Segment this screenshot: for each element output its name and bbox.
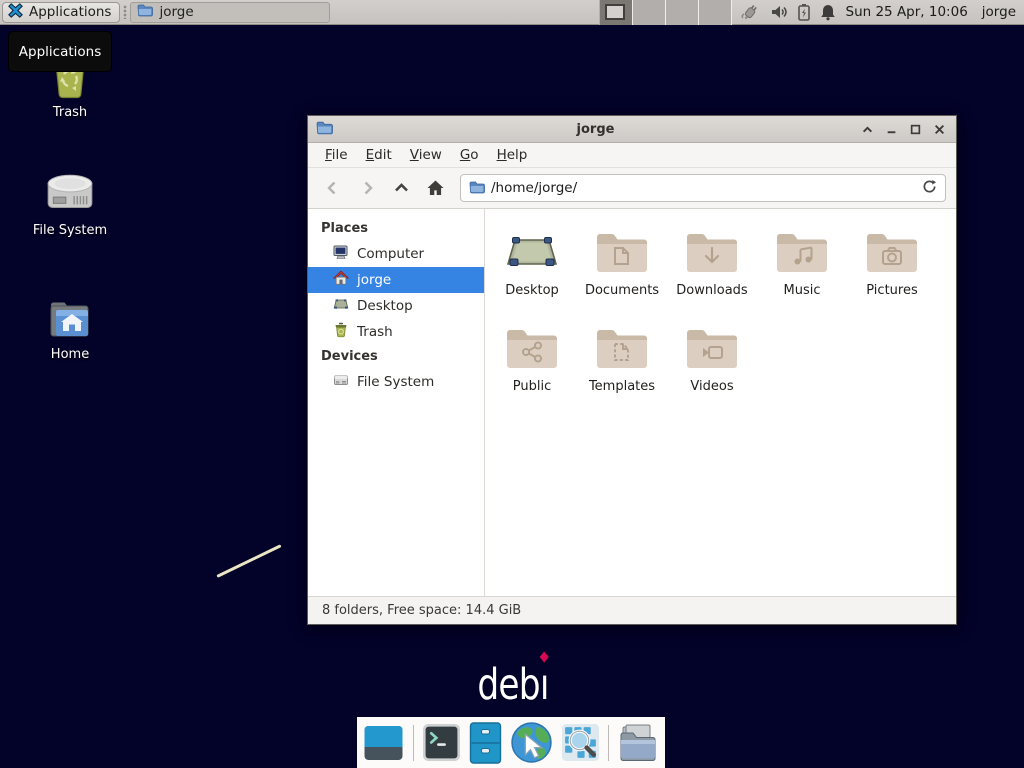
minimize-button[interactable] bbox=[882, 120, 900, 138]
home-button[interactable] bbox=[420, 174, 450, 202]
menubar: File Edit View Go Help bbox=[308, 143, 956, 168]
desktop-icon bbox=[333, 296, 349, 316]
path-input[interactable] bbox=[491, 180, 916, 196]
terminal-icon[interactable] bbox=[422, 723, 461, 762]
sidebar-header-places: Places bbox=[308, 217, 484, 241]
folder-item-desktop[interactable]: Desktop bbox=[487, 223, 577, 319]
desktop-icon-label: Home bbox=[51, 347, 89, 362]
desktop-icon-home[interactable]: Home bbox=[18, 292, 122, 362]
back-button[interactable] bbox=[318, 174, 348, 202]
shade-button[interactable] bbox=[858, 120, 876, 138]
statusbar-text: 8 folders, Free space: 14.4 GiB bbox=[322, 603, 521, 618]
wordmark-text: deb bbox=[477, 660, 539, 710]
menu-help[interactable]: Help bbox=[488, 147, 537, 163]
folder-documents-icon bbox=[596, 223, 648, 281]
power-cord-icon[interactable] bbox=[740, 3, 761, 21]
applications-menu-icon bbox=[7, 2, 24, 23]
battery-charging-icon[interactable] bbox=[797, 3, 811, 21]
folder-pictures-icon bbox=[866, 223, 918, 281]
sidebar-item-jorge[interactable]: jorge bbox=[308, 267, 484, 293]
folder-icon bbox=[469, 179, 485, 198]
folder-item-public[interactable]: Public bbox=[487, 319, 577, 415]
folder-item-documents[interactable]: Documents bbox=[577, 223, 667, 319]
workspace-1[interactable] bbox=[600, 0, 633, 25]
trash-icon bbox=[333, 322, 349, 342]
wordmark-i: ı bbox=[540, 660, 549, 710]
desktop-icon-label: Trash bbox=[53, 105, 87, 120]
hard-drive-icon bbox=[333, 372, 349, 392]
taskbar-window-label: jorge bbox=[159, 4, 193, 20]
window-icon bbox=[316, 120, 333, 139]
folder-templates-icon bbox=[596, 319, 648, 377]
sidebar-header-devices: Devices bbox=[308, 345, 484, 369]
folder-music-icon bbox=[776, 223, 828, 281]
menu-view[interactable]: View bbox=[401, 147, 451, 163]
window-title: jorge bbox=[333, 122, 858, 137]
folder-item-templates[interactable]: Templates bbox=[577, 319, 667, 415]
folder-item-videos[interactable]: Videos bbox=[667, 319, 757, 415]
notification-bell-icon[interactable] bbox=[820, 3, 836, 21]
menu-file[interactable]: File bbox=[316, 147, 357, 163]
folder-item-pictures[interactable]: Pictures bbox=[847, 223, 937, 319]
dock-panel bbox=[357, 717, 665, 768]
folder-videos-icon bbox=[686, 319, 738, 377]
file-cabinet-icon[interactable] bbox=[469, 722, 502, 764]
up-button[interactable] bbox=[386, 174, 416, 202]
workspace-4[interactable] bbox=[699, 0, 732, 25]
dock-separator bbox=[413, 725, 414, 761]
maximize-button[interactable] bbox=[906, 120, 924, 138]
desktop-icon-label: File System bbox=[33, 223, 107, 238]
location-bar[interactable] bbox=[460, 174, 946, 202]
sidebar-item-trash[interactable]: Trash bbox=[308, 319, 484, 345]
desktop-icon bbox=[506, 223, 558, 281]
panel-username[interactable]: jorge bbox=[982, 4, 1016, 20]
desktop-icon-file-system[interactable]: File System bbox=[18, 168, 122, 238]
sidebar-item-file-system[interactable]: File System bbox=[308, 369, 484, 395]
close-button[interactable] bbox=[930, 120, 948, 138]
applications-menu-button[interactable]: Applications bbox=[2, 2, 120, 23]
directory-menu-icon[interactable] bbox=[617, 723, 659, 763]
desktop: Applications jorge bbox=[0, 0, 1024, 768]
menu-edit[interactable]: Edit bbox=[357, 147, 401, 163]
panel-clock[interactable]: Sun 25 Apr, 10:06 bbox=[846, 4, 968, 20]
folder-icon bbox=[137, 3, 153, 21]
workspace-3[interactable] bbox=[666, 0, 699, 25]
applications-menu-label: Applications bbox=[29, 4, 111, 20]
folder-item-music[interactable]: Music bbox=[757, 223, 847, 319]
folder-item-downloads[interactable]: Downloads bbox=[667, 223, 757, 319]
home-icon bbox=[333, 270, 349, 290]
reload-icon[interactable] bbox=[922, 179, 937, 198]
hard-drive-icon bbox=[44, 168, 96, 218]
folder-downloads-icon bbox=[686, 223, 738, 281]
taskbar-window-button[interactable]: jorge bbox=[130, 2, 330, 23]
sidebar: Places Computer jorge Desktop Trash bbox=[308, 209, 485, 596]
application-finder-icon[interactable] bbox=[561, 723, 600, 762]
audio-volume-icon[interactable] bbox=[770, 3, 788, 21]
stray-line-artifact bbox=[216, 544, 281, 578]
workspace-window-thumb bbox=[605, 4, 625, 20]
panel-handle[interactable] bbox=[123, 5, 127, 19]
computer-icon bbox=[333, 244, 349, 264]
folder-grid: Desktop Documents Downloads bbox=[485, 209, 956, 596]
toolbar bbox=[308, 168, 956, 209]
workspace-pager[interactable] bbox=[599, 0, 732, 25]
titlebar[interactable]: jorge bbox=[308, 116, 956, 143]
workspace-2[interactable] bbox=[633, 0, 666, 25]
forward-button[interactable] bbox=[352, 174, 382, 202]
home-folder-icon bbox=[45, 292, 95, 342]
applications-tooltip: Applications bbox=[8, 31, 112, 72]
tooltip-text: Applications bbox=[19, 44, 101, 60]
menu-go[interactable]: Go bbox=[451, 147, 488, 163]
top-panel: Applications jorge bbox=[0, 0, 1024, 25]
dock-separator bbox=[608, 725, 609, 761]
sidebar-item-desktop[interactable]: Desktop bbox=[308, 293, 484, 319]
folder-public-icon bbox=[506, 319, 558, 377]
sidebar-item-computer[interactable]: Computer bbox=[308, 241, 484, 267]
file-manager-window: jorge File Edit View Go Help bbox=[307, 115, 957, 625]
show-desktop-icon[interactable] bbox=[362, 723, 405, 763]
web-browser-icon[interactable] bbox=[510, 721, 553, 764]
statusbar: 8 folders, Free space: 14.4 GiB bbox=[308, 596, 956, 624]
system-tray bbox=[740, 3, 836, 21]
